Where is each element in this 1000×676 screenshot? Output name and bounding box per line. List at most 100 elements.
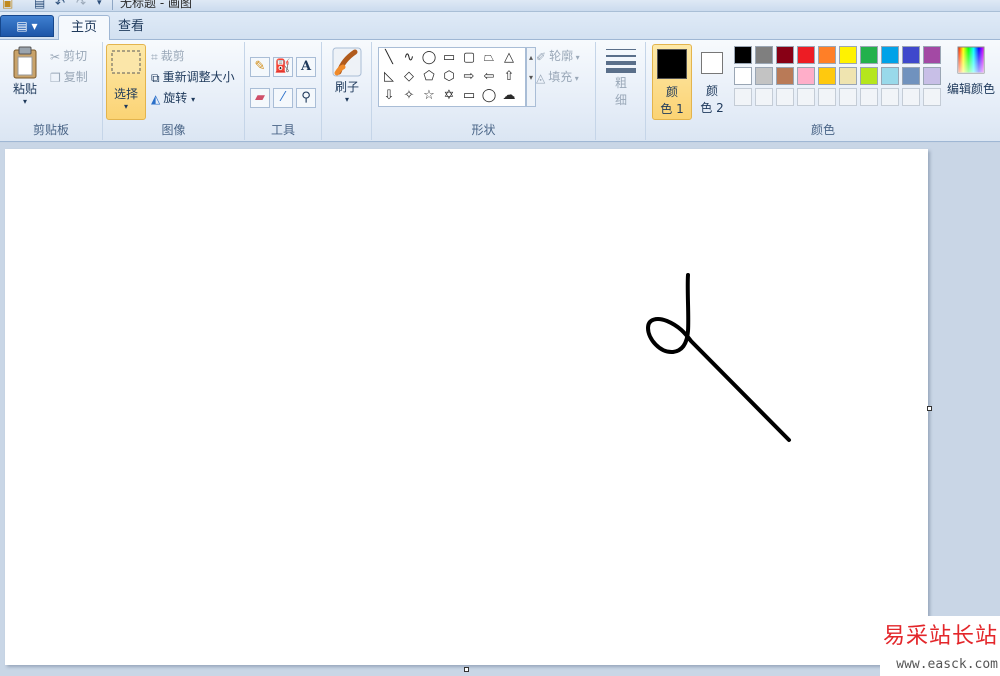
left-arrow-shape-icon[interactable]: ⇦ bbox=[479, 67, 499, 86]
rotate-button[interactable]: ◭ 旋转 ▾ bbox=[151, 89, 195, 107]
crop-button[interactable]: ⌗ 裁剪 bbox=[151, 47, 185, 65]
palette-custom-slot[interactable] bbox=[797, 88, 815, 106]
size-button[interactable]: 粗 细 bbox=[602, 46, 640, 108]
palette-swatch[interactable] bbox=[839, 67, 857, 85]
tools-group-label: 工具 bbox=[270, 123, 295, 137]
line-shape-icon[interactable]: ╲ bbox=[379, 48, 399, 67]
oval-shape-icon[interactable]: ◯ bbox=[419, 48, 439, 67]
palette-swatch[interactable] bbox=[839, 46, 857, 64]
hexagon-shape-icon[interactable]: ⬡ bbox=[439, 67, 459, 86]
pencil-icon[interactable]: ✎ bbox=[250, 57, 270, 77]
scroll-down-icon[interactable]: ▾ bbox=[527, 68, 535, 88]
tab-view[interactable]: 查看 bbox=[106, 15, 156, 41]
resize-button[interactable]: ⧉ 重新调整大小 bbox=[151, 68, 235, 86]
diamond-shape-icon[interactable]: ◇ bbox=[399, 67, 419, 86]
customize-quick-access-icon[interactable]: ▾ bbox=[97, 0, 102, 10]
palette-swatch[interactable] bbox=[734, 46, 752, 64]
brushes-dropdown-arrow[interactable]: ▾ bbox=[328, 95, 366, 105]
palette-swatch[interactable] bbox=[818, 46, 836, 64]
watermark-url: www.easck.com bbox=[896, 657, 998, 672]
scroll-up-icon[interactable]: ▴ bbox=[527, 48, 535, 68]
palette-swatch[interactable] bbox=[755, 67, 773, 85]
paste-dropdown-arrow[interactable]: ▾ bbox=[6, 97, 44, 107]
up-arrow-shape-icon[interactable]: ⇧ bbox=[499, 67, 519, 86]
cut-button[interactable]: ✂ 剪切 bbox=[50, 47, 87, 65]
undo-icon[interactable]: ↶ bbox=[55, 0, 65, 10]
palette-swatch[interactable] bbox=[881, 67, 899, 85]
palette-custom-slot[interactable] bbox=[818, 88, 836, 106]
palette-custom-slot[interactable] bbox=[902, 88, 920, 106]
rotate-dropdown-arrow[interactable]: ▾ bbox=[191, 95, 195, 104]
palette-custom-slot[interactable] bbox=[839, 88, 857, 106]
magnifier-icon[interactable]: ⚲ bbox=[296, 88, 316, 108]
brushes-button[interactable]: 刷子 ▾ bbox=[328, 46, 366, 105]
select-dropdown-arrow[interactable]: ▾ bbox=[107, 102, 145, 112]
palette-custom-slot[interactable] bbox=[734, 88, 752, 106]
palette-swatch[interactable] bbox=[734, 67, 752, 85]
palette-swatch[interactable] bbox=[797, 67, 815, 85]
palette-swatch[interactable] bbox=[776, 67, 794, 85]
palette-custom-slot[interactable] bbox=[755, 88, 773, 106]
select-button[interactable]: 选择 ▾ bbox=[106, 44, 146, 120]
oval-callout-shape-icon[interactable]: ◯ bbox=[479, 86, 499, 105]
palette-swatch[interactable] bbox=[776, 46, 794, 64]
paste-button[interactable]: 粘贴 ▾ bbox=[6, 46, 44, 107]
rounded-rectangle-shape-icon[interactable]: ▢ bbox=[459, 48, 479, 67]
drawing-canvas[interactable] bbox=[5, 149, 928, 665]
tab-home[interactable]: 主页 bbox=[58, 15, 111, 41]
edit-colors-button[interactable]: 编辑颜色 bbox=[944, 46, 998, 97]
palette-swatch[interactable] bbox=[818, 67, 836, 85]
palette-custom-slot[interactable] bbox=[881, 88, 899, 106]
resize-label: 重新调整大小 bbox=[162, 70, 235, 84]
line-width-icon bbox=[606, 49, 636, 73]
color1-label-a: 颜 bbox=[665, 85, 678, 99]
copy-button[interactable]: ❐ 复制 bbox=[50, 68, 88, 86]
redo-icon[interactable]: ↷ bbox=[76, 0, 86, 10]
palette-swatch[interactable] bbox=[902, 67, 920, 85]
four-point-star-shape-icon[interactable]: ✧ bbox=[399, 86, 419, 105]
resize-handle-right[interactable] bbox=[927, 406, 932, 411]
ribbon: 粘贴 ▾ ✂ 剪切 ❐ 复制 剪贴板 选择 ▾ ⌗ 裁剪 ⧉ 重新调整大小 ◭ 旋转 ▾ bbox=[0, 40, 1000, 142]
color1-button[interactable]: 颜 色 1 bbox=[652, 44, 692, 120]
outline-dropdown-arrow[interactable]: ▾ bbox=[573, 53, 580, 62]
right-triangle-shape-icon[interactable]: ◺ bbox=[379, 67, 399, 86]
five-point-star-shape-icon[interactable]: ☆ bbox=[419, 86, 439, 105]
palette-swatch[interactable] bbox=[860, 67, 878, 85]
right-arrow-shape-icon[interactable]: ⇨ bbox=[459, 67, 479, 86]
palette-swatch[interactable] bbox=[902, 46, 920, 64]
color-spectrum-icon bbox=[957, 46, 985, 74]
select-rectangle-icon bbox=[111, 50, 141, 74]
rectangle-shape-icon[interactable]: ▭ bbox=[439, 48, 459, 67]
palette-swatch[interactable] bbox=[923, 67, 941, 85]
fill-dropdown-arrow[interactable]: ▾ bbox=[572, 74, 579, 83]
color-picker-icon[interactable]: ⁄ bbox=[273, 88, 293, 108]
palette-custom-slot[interactable] bbox=[776, 88, 794, 106]
eraser-icon[interactable]: ▰ bbox=[250, 88, 270, 108]
polygon-shape-icon[interactable]: ⏢ bbox=[479, 48, 499, 67]
palette-swatch[interactable] bbox=[797, 46, 815, 64]
triangle-shape-icon[interactable]: △ bbox=[499, 48, 519, 67]
rect-callout-shape-icon[interactable]: ▭ bbox=[459, 86, 479, 105]
palette-custom-slot[interactable] bbox=[860, 88, 878, 106]
shapes-group-label: 形状 bbox=[471, 123, 496, 137]
outline-button[interactable]: ✐ 轮廓 ▾ bbox=[536, 47, 580, 65]
palette-swatch[interactable] bbox=[755, 46, 773, 64]
six-point-star-shape-icon[interactable]: ✡ bbox=[439, 86, 459, 105]
color2-button[interactable]: 颜 色 2 bbox=[694, 44, 730, 120]
shapes-scrollbar[interactable]: ▴ ▾ bbox=[526, 47, 536, 107]
palette-swatch[interactable] bbox=[923, 46, 941, 64]
down-arrow-shape-icon[interactable]: ⇩ bbox=[379, 86, 399, 105]
palette-custom-slot[interactable] bbox=[923, 88, 941, 106]
app-menu-button[interactable]: ▤ ▾ bbox=[0, 15, 54, 37]
save-icon[interactable]: ▤ bbox=[34, 0, 45, 10]
fill-button[interactable]: ◬ 填充 ▾ bbox=[536, 68, 579, 86]
cloud-callout-shape-icon[interactable]: ☁ bbox=[499, 86, 519, 105]
palette-swatch[interactable] bbox=[881, 46, 899, 64]
resize-handle-bottom[interactable] bbox=[464, 667, 469, 672]
fill-bucket-icon[interactable]: ⛽ bbox=[273, 57, 293, 77]
palette-swatch[interactable] bbox=[860, 46, 878, 64]
text-tool-icon[interactable]: A bbox=[296, 57, 316, 77]
curve-shape-icon[interactable]: ∿ bbox=[399, 48, 419, 67]
pentagon-shape-icon[interactable]: ⬠ bbox=[419, 67, 439, 86]
paint-app-icon[interactable]: ▣ bbox=[2, 0, 13, 10]
